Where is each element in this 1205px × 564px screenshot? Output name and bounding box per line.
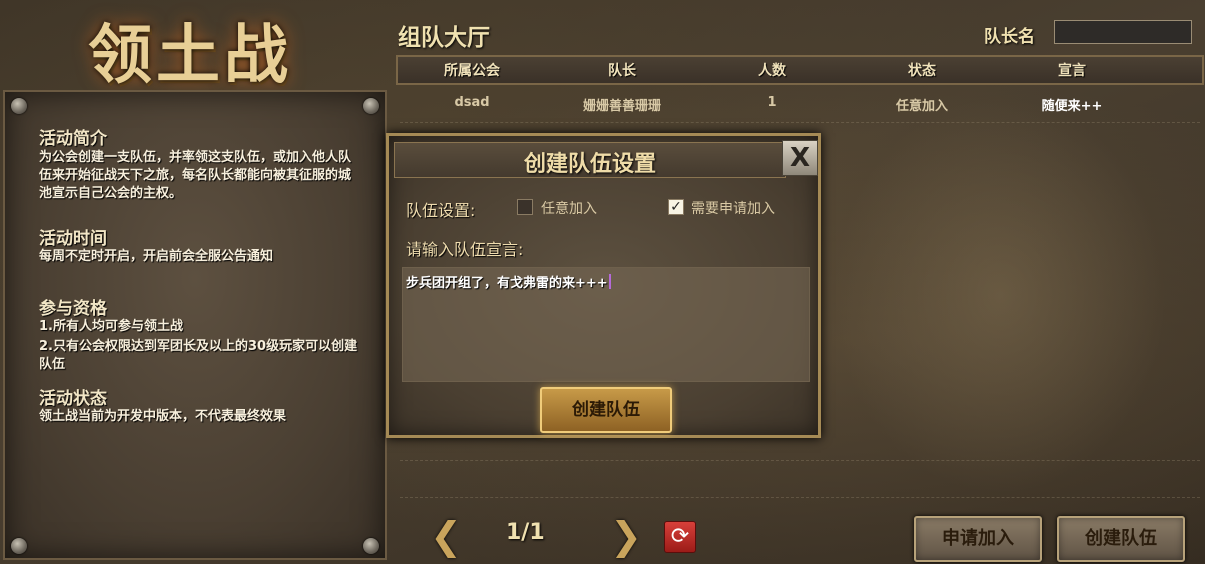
qualification-line-2: 2.只有公会权限达到军团长及以上的30级玩家可以创建队伍 bbox=[39, 339, 358, 372]
page-indicator: 1/1 bbox=[506, 520, 545, 545]
dialog-header: 创建队伍设置 bbox=[394, 142, 786, 178]
status-heading: 活动状态 bbox=[39, 389, 107, 409]
qualification-line-1: 1.所有人均可参与领土战 bbox=[39, 319, 183, 334]
declaration-text: 步兵团开组了，有戈弗雷的来+++ bbox=[406, 276, 608, 291]
game-mode-logo: 领土战 bbox=[88, 18, 292, 93]
intro-text: 为公会创建一支队伍，并率领这支队伍，或加入他人队伍来开始征战天下之旅，每名队长都… bbox=[39, 150, 352, 201]
create-team-dialog: 创建队伍设置 X 队伍设置: 任意加入 ✓ 需要申请加入 请输入队伍宣言: 步兵… bbox=[386, 133, 821, 438]
activity-info-panel: 活动简介 为公会创建一支队伍，并率领这支队伍，或加入他人队伍来开始征战天下之旅，… bbox=[3, 90, 387, 560]
captain-search-input[interactable] bbox=[1054, 20, 1192, 44]
row-declaration: 随便来++ bbox=[1041, 99, 1103, 114]
rivet-icon bbox=[11, 98, 27, 114]
team-settings-label: 队伍设置: bbox=[406, 201, 476, 220]
row-divider bbox=[400, 460, 1200, 461]
row-status: 任意加入 bbox=[895, 99, 948, 114]
declaration-label: 请输入队伍宣言: bbox=[406, 240, 524, 259]
column-declaration[interactable]: 宣言 bbox=[1012, 60, 1132, 80]
column-guild[interactable]: 所属公会 bbox=[412, 60, 532, 80]
declaration-textarea[interactable]: 步兵团开组了，有戈弗雷的来+++ bbox=[402, 267, 810, 382]
chevron-left-icon[interactable]: ❮ bbox=[426, 516, 466, 556]
rivet-icon bbox=[363, 98, 379, 114]
create-team-button[interactable]: 创建队伍 bbox=[1057, 516, 1185, 562]
column-status[interactable]: 状态 bbox=[862, 60, 982, 80]
apply-join-button[interactable]: 申请加入 bbox=[914, 516, 1042, 562]
row-divider bbox=[400, 122, 1200, 123]
row-guild: dsad bbox=[454, 95, 490, 110]
refresh-icon[interactable]: ⟳ bbox=[664, 521, 696, 553]
text-cursor bbox=[608, 274, 611, 289]
rivet-icon bbox=[363, 538, 379, 554]
chevron-right-icon[interactable]: ❯ bbox=[606, 516, 646, 556]
captain-search-label: 队长名 bbox=[984, 27, 1035, 47]
close-button[interactable]: X bbox=[782, 140, 818, 176]
status-text: 领土战当前为开发中版本，不代表最终效果 bbox=[39, 409, 287, 424]
free-join-label[interactable]: 任意加入 bbox=[541, 198, 597, 218]
apply-join-checkbox[interactable]: ✓ bbox=[668, 199, 684, 215]
time-heading: 活动时间 bbox=[39, 229, 107, 249]
row-divider bbox=[400, 497, 1200, 498]
intro-heading: 活动简介 bbox=[39, 129, 107, 149]
dialog-title: 创建队伍设置 bbox=[523, 152, 656, 177]
time-text: 每周不定时开启，开启前会全服公告通知 bbox=[39, 249, 274, 264]
confirm-create-team-button[interactable]: 创建队伍 bbox=[540, 387, 672, 433]
qualification-heading: 参与资格 bbox=[39, 299, 107, 319]
team-table-header: 所属公会 队长 人数 状态 宣言 bbox=[396, 55, 1204, 85]
lobby-title: 组队大厅 bbox=[398, 25, 490, 51]
row-captain: 姗姗善善珊珊 bbox=[582, 99, 661, 114]
row-count: 1 bbox=[767, 95, 777, 110]
rivet-icon bbox=[11, 538, 27, 554]
column-captain[interactable]: 队长 bbox=[562, 60, 682, 80]
apply-join-label[interactable]: 需要申请加入 bbox=[691, 198, 775, 218]
column-count[interactable]: 人数 bbox=[712, 60, 832, 80]
free-join-checkbox[interactable] bbox=[517, 199, 533, 215]
